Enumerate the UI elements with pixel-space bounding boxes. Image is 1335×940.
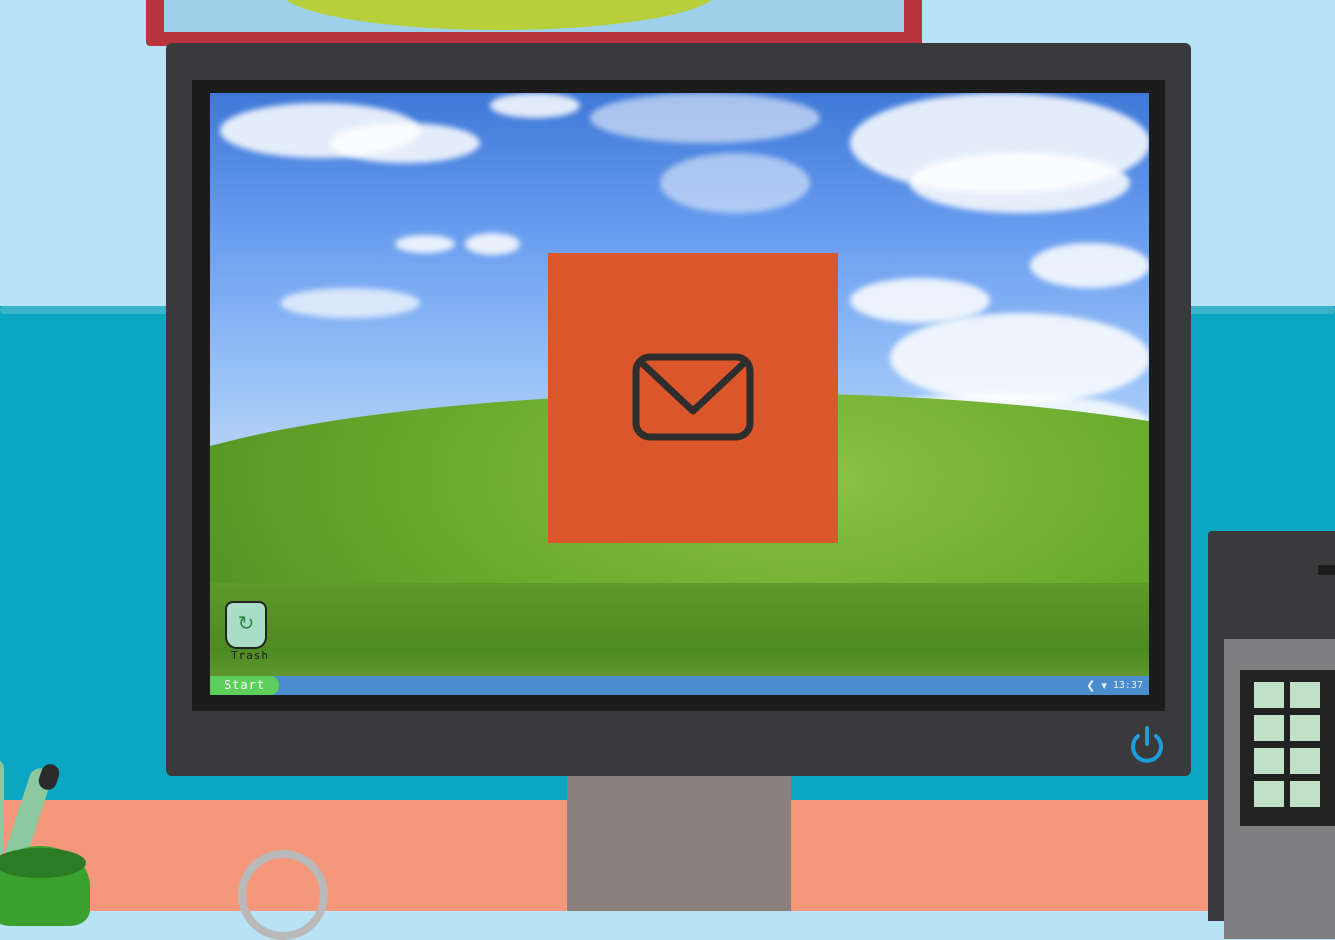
system-tray: ❮ ▾ 13:37	[1086, 676, 1143, 695]
wifi-icon[interactable]: ▾	[1101, 679, 1107, 692]
desktop-screen: ↻ Trash Start ❮ ▾ 13:37	[210, 93, 1149, 695]
mail-app-window[interactable]	[548, 253, 838, 543]
phone-key[interactable]	[1290, 715, 1320, 741]
phone-slot	[1318, 565, 1335, 575]
painting-hill	[279, 0, 719, 30]
desktop-icon-label: Trash	[230, 649, 270, 662]
power-button[interactable]	[1127, 724, 1167, 768]
power-icon	[1131, 726, 1163, 763]
phone-key[interactable]	[1254, 748, 1284, 774]
phone-keypad	[1240, 670, 1335, 826]
monitor-stand	[567, 776, 791, 911]
speaker-icon[interactable]: ❮	[1086, 679, 1095, 692]
desktop-icon-trash[interactable]: ↻ Trash	[222, 601, 278, 665]
phone-key[interactable]	[1254, 781, 1284, 807]
taskbar: Start ❮ ▾ 13:37	[210, 676, 1149, 695]
start-button[interactable]: Start	[210, 676, 279, 695]
mail-envelope-icon	[632, 353, 754, 441]
phone-key[interactable]	[1290, 748, 1320, 774]
clock[interactable]: 13:37	[1113, 680, 1143, 691]
phone-key[interactable]	[1290, 682, 1320, 708]
phone-key[interactable]	[1290, 781, 1320, 807]
recycle-bin-icon: ↻	[225, 601, 267, 649]
wall-painting	[164, 0, 904, 32]
desk-ring-object	[238, 850, 328, 940]
desk-phone	[1208, 531, 1335, 939]
phone-key[interactable]	[1254, 715, 1284, 741]
phone-key[interactable]	[1254, 682, 1284, 708]
